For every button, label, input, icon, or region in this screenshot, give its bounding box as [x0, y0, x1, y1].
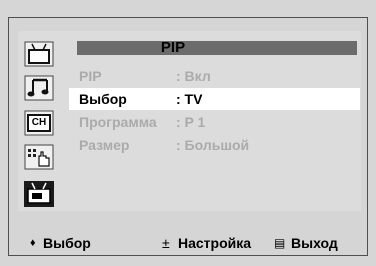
tv-picture-icon[interactable]	[24, 41, 54, 67]
menu-row-value: : P 1	[176, 114, 206, 130]
menu-row-label: Выбор	[79, 91, 127, 107]
menu-row-label: PIP	[79, 68, 102, 84]
menu-footer: ♦ Выбор ± Настройка ▤ Выход	[0, 233, 376, 253]
footer-move-label: Выбор	[43, 235, 91, 251]
menu-row-label: Программа	[79, 114, 157, 130]
menu-row-source[interactable]: Выбор : TV	[69, 88, 360, 110]
menu-row-value: : Большой	[176, 137, 250, 153]
menu-title: PIP	[160, 39, 186, 56]
channel-ch-label: CH	[31, 117, 47, 128]
menu-row-pip[interactable]: PIP : Вкл	[69, 65, 360, 87]
footer-adjust-label: Настройка	[178, 235, 252, 251]
menu-row-value: : Вкл	[176, 68, 211, 84]
exit-menu-icon: ▤	[274, 236, 286, 250]
menu-row-label: Размер	[79, 137, 130, 153]
move-updown-icon: ♦	[30, 237, 36, 249]
sound-notes-icon[interactable]	[24, 75, 54, 101]
setup-hand-icon[interactable]	[24, 144, 54, 170]
footer-exit-label: Выход	[291, 235, 338, 251]
adjust-plusminus-icon: ±	[162, 235, 170, 251]
osd-screen: CH PIP PIP: Вкл Выбор: TV Программа: …	[0, 0, 376, 266]
pip-tv-icon[interactable]	[24, 181, 54, 207]
menu-row-program[interactable]: Программа : P 1	[69, 111, 360, 133]
menu-title-bar	[77, 41, 357, 55]
menu-row-size[interactable]: Размер : Большой	[69, 134, 360, 156]
menu-row-value: : TV	[176, 91, 203, 107]
menu-sidebar: CH	[18, 31, 63, 211]
channel-ch-icon[interactable]: CH	[24, 110, 54, 136]
